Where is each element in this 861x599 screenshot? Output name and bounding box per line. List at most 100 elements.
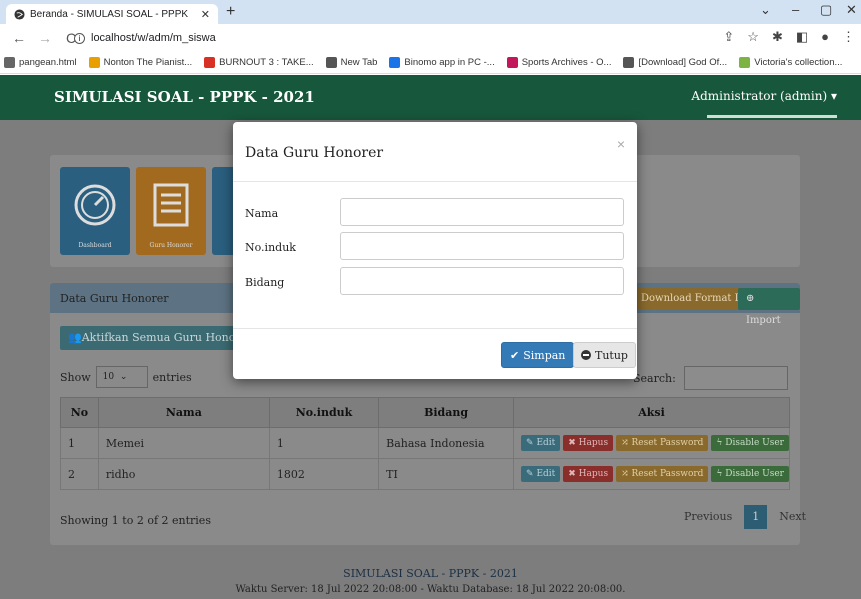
- table-info: Showing 1 to 2 of 2 entries: [60, 514, 211, 527]
- close-tab-icon[interactable]: ✕: [201, 8, 210, 21]
- maximize-button[interactable]: ▢: [820, 2, 832, 18]
- sidebar-icon[interactable]: ◧: [796, 29, 808, 45]
- delete-button[interactable]: ✖ Hapus: [563, 435, 614, 451]
- back-arrow-icon[interactable]: ←: [12, 30, 26, 46]
- previous-page-button[interactable]: Previous: [676, 505, 740, 529]
- column-header[interactable]: Bidang: [378, 397, 515, 428]
- pagination: Previous 1 Next: [676, 505, 814, 529]
- profile-icon[interactable]: ●: [821, 29, 829, 45]
- bookmark-item[interactable]: Nonton The Pianist...: [88, 57, 192, 68]
- minimize-button[interactable]: –: [792, 2, 799, 17]
- list-icon: [153, 183, 189, 227]
- modal-title: Data Guru Honorer: [245, 145, 384, 161]
- footer-title: SIMULASI SOAL - PPPK - 2021: [343, 567, 518, 580]
- page-button[interactable]: 1: [744, 505, 768, 529]
- bookmark-item[interactable]: [Download] God Of...: [623, 57, 727, 68]
- nama-input[interactable]: [340, 198, 624, 226]
- bookmarks-bar: pangean.html Nonton The Pianist... BURNO…: [0, 52, 861, 74]
- share-icon[interactable]: ⇪: [723, 29, 734, 45]
- reset-password-button[interactable]: ⤮ Reset Password: [616, 466, 709, 482]
- table-row: 1 Memei 1 Bahasa Indonesia ✎ Edit ✖ Hapu…: [60, 427, 790, 459]
- cell-aksi: ✎ Edit ✖ Hapus ⤮ Reset Password ϟ Disabl…: [513, 427, 790, 459]
- bookmark-favicon-icon: [739, 57, 751, 68]
- new-tab-button[interactable]: +: [226, 3, 235, 21]
- column-header[interactable]: No: [60, 397, 99, 428]
- user-menu[interactable]: Administrator (admin) ▾: [691, 89, 837, 103]
- edit-button[interactable]: ✎ Edit: [521, 435, 561, 451]
- bookmark-item[interactable]: Victoria's collection...: [739, 57, 842, 68]
- cell-no: 1: [60, 427, 99, 459]
- tile-label: Guru Honorer: [149, 242, 193, 249]
- cell-induk: 1802: [268, 458, 380, 490]
- entries-select[interactable]: 10 ⌄: [95, 366, 148, 388]
- cell-no: 2: [60, 458, 99, 490]
- data-table: No Nama No.induk Bidang Aksi 1 Memei 1 B…: [60, 397, 790, 490]
- panel-title: Data Guru Honorer: [60, 292, 169, 305]
- column-header[interactable]: Nama: [97, 397, 270, 428]
- guru-honorer-modal: Data Guru Honorer × Nama No.induk Bidang…: [233, 122, 637, 379]
- bookmark-item[interactable]: Binomo app in PC -...: [389, 57, 495, 68]
- close-modal-button[interactable]: Tutup: [573, 342, 636, 368]
- cell-induk: 1: [268, 427, 380, 459]
- menu-dots-icon[interactable]: ⋮: [842, 29, 855, 45]
- cell-nama: Memei: [97, 427, 270, 459]
- url-text: localhost/w/adm/m_siswa: [91, 32, 216, 44]
- tab-title: Beranda - SIMULASI SOAL - PPPK: [30, 8, 189, 20]
- bookmark-favicon-icon: [4, 57, 15, 68]
- url-field[interactable]: i localhost/w/adm/m_siswa: [74, 29, 724, 47]
- entries-length-control: Show 10 ⌄ entries: [60, 366, 192, 388]
- bookmark-favicon-icon: [88, 57, 100, 68]
- no-induk-input[interactable]: [340, 232, 624, 260]
- disable-user-button[interactable]: ϟ Disable User: [711, 435, 789, 451]
- footer-server-time: Waktu Server: 18 Jul 2022 20:08:00 - Wak…: [235, 584, 626, 595]
- globe-icon: [14, 8, 25, 20]
- bookmark-item[interactable]: BURNOUT 3 : TAKE...: [204, 57, 314, 68]
- bookmark-item[interactable]: pangean.html: [4, 57, 77, 68]
- search-label: Search:: [633, 372, 676, 385]
- table-row: 2 ridho 1802 TI ✎ Edit ✖ Hapus ⤮ Reset P…: [60, 458, 790, 490]
- close-window-button[interactable]: ✕: [846, 2, 857, 18]
- bookmark-star-icon[interactable]: ☆: [747, 29, 759, 45]
- activate-all-button[interactable]: 👥Aktifkan Semua Guru Honorer: [60, 326, 261, 350]
- column-header[interactable]: No.induk: [268, 397, 380, 428]
- cell-bidang: Bahasa Indonesia: [378, 427, 515, 459]
- bookmark-item[interactable]: Sports Archives - O...: [506, 57, 611, 68]
- minus-circle-icon: [581, 350, 591, 360]
- tile-label: Dashboard: [78, 242, 112, 249]
- address-bar: ← → C i localhost/w/adm/m_siswa ⇪ ☆ ✱ ◧ …: [0, 24, 861, 52]
- delete-button[interactable]: ✖ Hapus: [563, 466, 614, 482]
- modal-close-icon[interactable]: ×: [617, 136, 625, 152]
- tile-dashboard[interactable]: Dashboard: [60, 167, 130, 255]
- browser-tab[interactable]: Beranda - SIMULASI SOAL - PPPK ✕: [6, 4, 218, 24]
- cell-bidang: TI: [378, 458, 515, 490]
- reset-password-button[interactable]: ⤮ Reset Password: [616, 435, 709, 451]
- next-page-button[interactable]: Next: [771, 505, 814, 529]
- import-button[interactable]: ⊕ Import: [738, 288, 800, 326]
- tab-search-icon[interactable]: ⌄: [760, 2, 771, 18]
- forward-arrow-icon[interactable]: →: [38, 30, 52, 46]
- speedometer-icon: [74, 184, 116, 226]
- column-header: Aksi: [513, 397, 790, 428]
- nama-label: Nama: [245, 207, 279, 220]
- search-input[interactable]: [684, 366, 788, 390]
- bookmark-favicon-icon: [506, 57, 518, 68]
- bookmark-favicon-icon: [325, 57, 337, 68]
- bookmark-favicon-icon: [623, 57, 635, 68]
- bidang-input[interactable]: [340, 267, 624, 295]
- disable-user-button[interactable]: ϟ Disable User: [711, 466, 789, 482]
- bookmark-item[interactable]: New Tab: [325, 57, 377, 68]
- cell-aksi: ✎ Edit ✖ Hapus ⤮ Reset Password ϟ Disabl…: [513, 458, 790, 490]
- info-icon[interactable]: i: [74, 32, 85, 44]
- edit-button[interactable]: ✎ Edit: [521, 466, 561, 482]
- modal-divider: [233, 181, 637, 182]
- user-menu-underline: [707, 115, 837, 118]
- tile-guru-honorer[interactable]: Guru Honorer: [136, 167, 206, 255]
- bidang-label: Bidang: [245, 276, 285, 289]
- bookmark-favicon-icon: [204, 57, 216, 68]
- users-icon: 👥: [68, 331, 82, 344]
- extensions-icon[interactable]: ✱: [772, 29, 783, 45]
- browser-tab-bar: Beranda - SIMULASI SOAL - PPPK ✕ + ⌄ – ▢…: [0, 0, 861, 24]
- app-navbar: SIMULASI SOAL - PPPK - 2021 Administrato…: [0, 75, 861, 120]
- save-button[interactable]: ✔ Simpan: [501, 342, 575, 368]
- app-brand[interactable]: SIMULASI SOAL - PPPK - 2021: [54, 88, 315, 106]
